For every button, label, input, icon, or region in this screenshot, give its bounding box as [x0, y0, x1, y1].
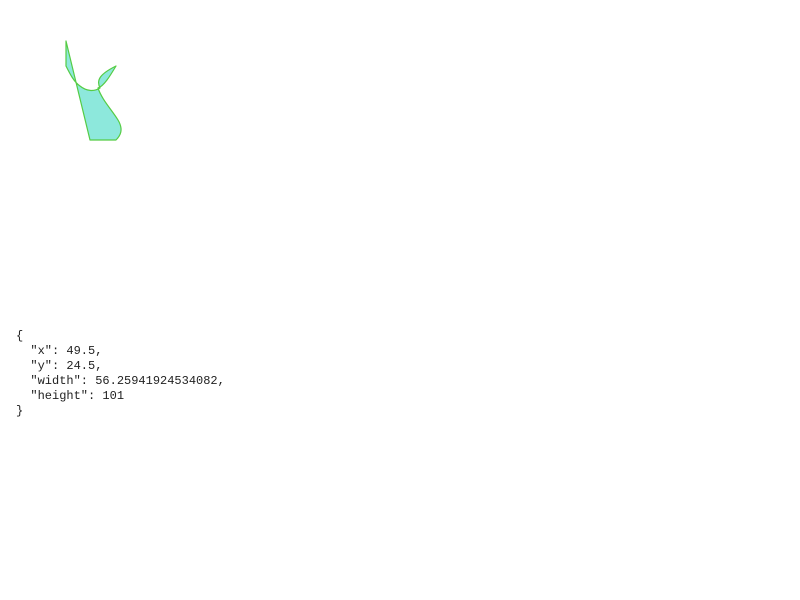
readout-close-brace: } — [16, 404, 24, 418]
drawing-canvas — [65, 40, 122, 141]
readout-y-line: "y": 24.5, — [16, 359, 103, 373]
bounding-box-readout: { "x": 49.5, "y": 24.5, "width": 56.2594… — [16, 329, 225, 419]
readout-x-line: "x": 49.5, — [16, 344, 103, 358]
readout-height-line: "height": 101 — [16, 389, 125, 403]
readout-open-brace: { — [16, 329, 24, 343]
readout-width-line: "width": 56.25941924534082, — [16, 374, 225, 388]
abstract-shape — [65, 40, 122, 141]
